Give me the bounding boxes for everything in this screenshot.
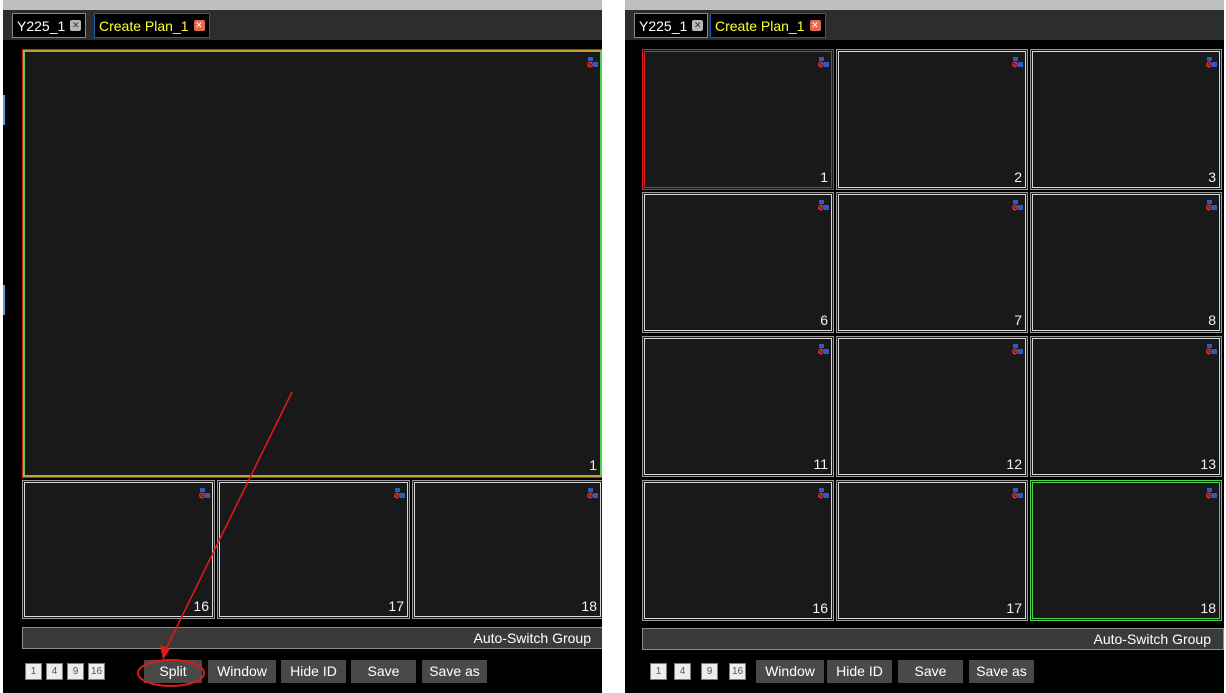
camera-icon <box>394 484 405 499</box>
camera-icon <box>1206 484 1217 499</box>
cell-number: 18 <box>1200 600 1216 616</box>
close-icon[interactable]: ✕ <box>809 20 821 31</box>
tab-bar: Y225_1 ✕ Create Plan_1 ✕ <box>3 10 602 40</box>
auto-switch-group-bar[interactable]: Auto-Switch Group <box>642 628 1224 650</box>
video-cell[interactable]: 1 <box>642 49 834 190</box>
hide-id-button[interactable]: Hide ID <box>827 660 892 683</box>
camera-icon <box>1206 196 1217 211</box>
camera-icon <box>818 484 829 499</box>
camera-icon <box>199 484 210 499</box>
save-button[interactable]: Save <box>898 660 963 683</box>
video-cell[interactable]: 8 <box>1030 192 1222 333</box>
camera-icon <box>587 53 598 68</box>
tab-create-plan[interactable]: Create Plan_1 ✕ <box>94 13 210 38</box>
layout-1-button[interactable]: 1 <box>25 663 42 680</box>
cell-number: 8 <box>1208 312 1216 328</box>
layout-9-button[interactable]: 9 <box>701 663 718 680</box>
close-icon[interactable]: ✕ <box>70 20 82 31</box>
tab-y225[interactable]: Y225_1 ✕ <box>12 13 87 38</box>
camera-icon <box>818 340 829 355</box>
video-cell[interactable]: 11 <box>642 336 834 477</box>
window-button[interactable]: Window <box>756 660 824 683</box>
save-button[interactable]: Save <box>351 660 416 683</box>
video-cell[interactable]: 2 <box>836 49 1028 190</box>
left-screenshot: Y225_1 ✕ Create Plan_1 ✕ 1 16 17 18 Auto… <box>3 0 602 693</box>
cell-number: 7 <box>1014 312 1022 328</box>
toolbar: 1 4 9 16 Window Hide ID Save Save as <box>625 659 1224 685</box>
window-button[interactable]: Window <box>208 660 276 683</box>
close-icon[interactable]: ✕ <box>193 20 205 31</box>
cell-number: 18 <box>581 598 597 614</box>
video-cell-17[interactable]: 17 <box>217 480 410 619</box>
tab-y225[interactable]: Y225_1 ✕ <box>634 13 709 38</box>
video-cell-1[interactable]: 1 <box>22 49 602 478</box>
cell-number: 1 <box>820 169 828 185</box>
camera-icon <box>1012 196 1023 211</box>
layout-16-button[interactable]: 16 <box>88 663 105 680</box>
auto-switch-group-bar[interactable]: Auto-Switch Group <box>22 627 602 649</box>
cell-number: 16 <box>193 598 209 614</box>
camera-icon <box>1206 53 1217 68</box>
hide-id-button[interactable]: Hide ID <box>281 660 346 683</box>
window-top-strip <box>625 0 1224 10</box>
layout-4-button[interactable]: 4 <box>46 663 63 680</box>
tab-bar: Y225_1 ✕ Create Plan_1 ✕ <box>625 10 1224 40</box>
close-icon[interactable]: ✕ <box>692 20 704 31</box>
camera-icon <box>818 196 829 211</box>
layout-1-button[interactable]: 1 <box>650 663 667 680</box>
tab-label: Y225_1 <box>639 17 688 34</box>
tab-label: Create Plan_1 <box>715 17 805 34</box>
video-cell-18[interactable]: 18 <box>412 480 602 619</box>
camera-icon <box>1012 340 1023 355</box>
camera-icon <box>818 53 829 68</box>
cell-number: 6 <box>820 312 828 328</box>
right-screenshot: Y225_1 ✕ Create Plan_1 ✕ 1 2 3 6 7 8 11 12 13 16 1… <box>625 0 1224 693</box>
layout-9-button[interactable]: 9 <box>67 663 84 680</box>
tab-label: Y225_1 <box>17 17 66 34</box>
cell-number: 13 <box>1200 456 1216 472</box>
split-button[interactable]: Split <box>144 660 202 683</box>
cell-number: 11 <box>813 456 828 472</box>
cell-number: 12 <box>1006 456 1022 472</box>
camera-icon <box>587 484 598 499</box>
camera-icon <box>1206 340 1217 355</box>
window-top-strip <box>3 0 602 10</box>
cell-number: 16 <box>812 600 828 616</box>
cell-number: 1 <box>589 457 597 473</box>
layout-16-button[interactable]: 16 <box>729 663 746 680</box>
cell-number: 17 <box>1006 600 1022 616</box>
video-cell[interactable]: 17 <box>836 480 1028 621</box>
tab-create-plan[interactable]: Create Plan_1 ✕ <box>710 13 826 38</box>
video-cell[interactable]: 16 <box>642 480 834 621</box>
edge-accent <box>3 95 5 125</box>
video-cell[interactable]: 3 <box>1030 49 1222 190</box>
cell-number: 17 <box>388 598 404 614</box>
video-cell[interactable]: 13 <box>1030 336 1222 477</box>
video-cell-16[interactable]: 16 <box>22 480 215 619</box>
toolbar: 1 4 9 16 Split Window Hide ID Save Save … <box>3 659 602 685</box>
cell-number: 2 <box>1014 169 1022 185</box>
camera-icon <box>1012 484 1023 499</box>
video-cell[interactable]: 6 <box>642 192 834 333</box>
edge-accent <box>3 285 5 315</box>
cell-number: 3 <box>1208 169 1216 185</box>
video-cell[interactable]: 7 <box>836 192 1028 333</box>
layout-4-button[interactable]: 4 <box>674 663 691 680</box>
video-cell[interactable]: 12 <box>836 336 1028 477</box>
video-cell[interactable]: 18 <box>1030 480 1222 621</box>
save-as-button[interactable]: Save as <box>969 660 1034 683</box>
save-as-button[interactable]: Save as <box>422 660 487 683</box>
tab-label: Create Plan_1 <box>99 17 189 34</box>
camera-icon <box>1012 53 1023 68</box>
